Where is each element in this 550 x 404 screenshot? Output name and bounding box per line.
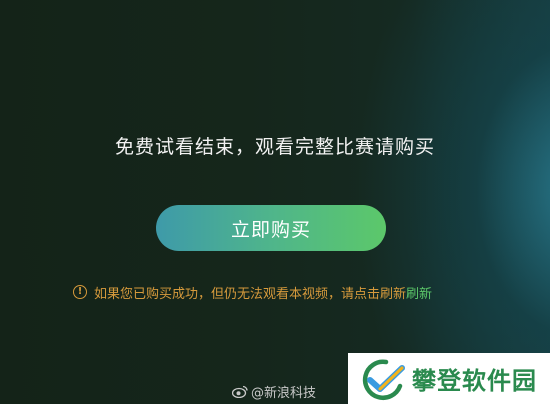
checkmark-shield-icon bbox=[362, 359, 405, 400]
refresh-link[interactable]: 刷新 bbox=[406, 283, 432, 302]
paywall-overlay: 免费试看结束，观看完整比赛请购买 立即购买 ! 如果您已购买成功，但仍无法观看本… bbox=[0, 0, 550, 404]
weibo-icon bbox=[232, 385, 248, 398]
brand-badge: 攀登软件园 bbox=[348, 353, 550, 404]
brand-name: 攀登软件园 bbox=[412, 367, 537, 395]
purchase-notice: ! 如果您已购买成功，但仍无法观看本视频，请点击刷新 刷新 bbox=[73, 281, 432, 303]
notice-text: 如果您已购买成功，但仍无法观看本视频，请点击刷新 bbox=[94, 286, 407, 302]
weibo-handle: @新浪科技 bbox=[251, 386, 317, 401]
buy-now-button[interactable]: 立即购买 bbox=[156, 205, 386, 251]
info-circle-icon: ! bbox=[73, 285, 87, 299]
trial-ended-message: 免费试看结束，观看完整比赛请购买 bbox=[114, 136, 435, 158]
weibo-watermark: @新浪科技 bbox=[232, 382, 316, 401]
